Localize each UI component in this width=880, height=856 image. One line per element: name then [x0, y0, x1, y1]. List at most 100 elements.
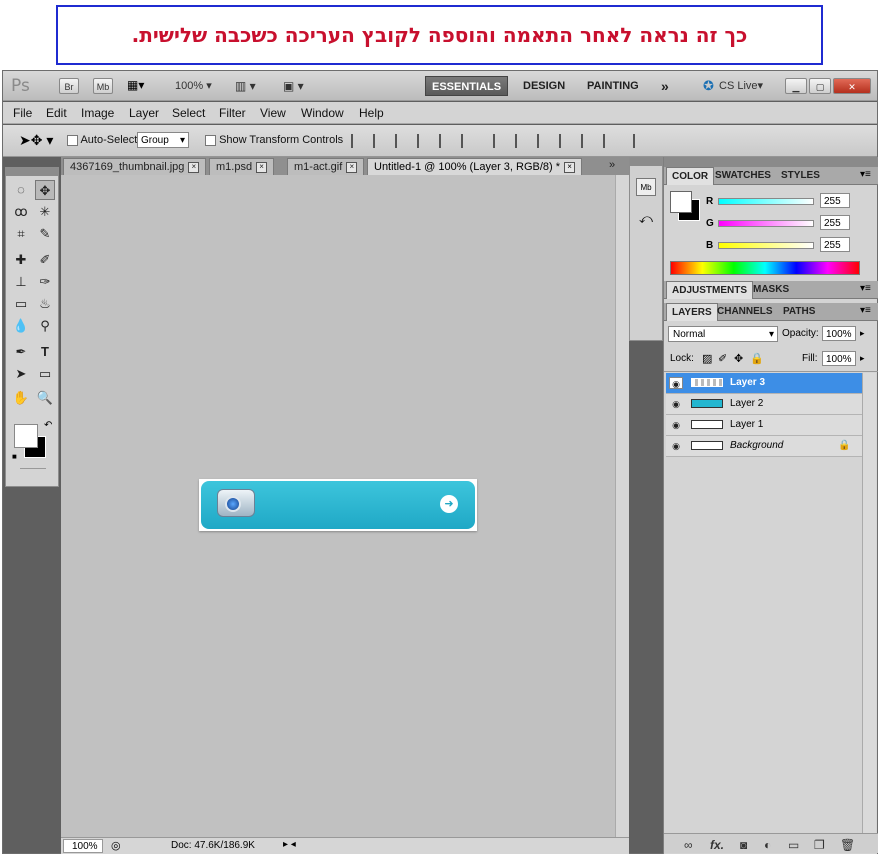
eyedropper-tool-icon[interactable]: ✎ [35, 224, 55, 244]
arrange-documents-dropdown[interactable]: ▥ ▾ [235, 79, 256, 93]
align-top-icon[interactable] [351, 134, 367, 148]
lock-image-icon[interactable]: ✐ [718, 352, 727, 365]
blue-value-input[interactable]: 255 [820, 237, 850, 252]
menu-image[interactable]: Image [81, 106, 114, 120]
magic-wand-tool-icon[interactable]: ✳ [35, 202, 55, 222]
document-canvas[interactable]: ➜ [61, 175, 615, 837]
layer-row-layer-3[interactable]: ◉ Layer 3 [666, 373, 862, 394]
marquee-tool-icon[interactable]: ◌ [11, 180, 31, 200]
eraser-tool-icon[interactable]: ▭ [11, 294, 31, 314]
blur-tool-icon[interactable]: 💧 [11, 316, 31, 336]
lock-transparent-icon[interactable]: ▨ [702, 352, 712, 365]
opacity-slider-arrow-icon[interactable]: ▸ [860, 328, 865, 339]
green-value-input[interactable]: 255 [820, 215, 850, 230]
tools-panel-header[interactable] [6, 168, 58, 176]
opacity-input[interactable]: 100% [822, 326, 856, 341]
menu-edit[interactable]: Edit [46, 106, 67, 120]
move-tool-preset-icon[interactable]: ➤✥ ▾ [19, 132, 53, 149]
zoom-tool-icon[interactable]: 🔍 [35, 388, 55, 408]
menu-help[interactable]: Help [359, 106, 384, 120]
close-tab-icon[interactable]: × [256, 161, 268, 173]
lock-position-icon[interactable]: ✥ [734, 352, 743, 365]
adjustment-layer-icon[interactable]: ◐ [764, 838, 771, 852]
healing-brush-tool-icon[interactable]: ✚ [11, 250, 31, 270]
hand-tool-icon[interactable]: ✋ [11, 388, 31, 408]
tab-paths[interactable]: PATHS [778, 303, 820, 321]
panels-header[interactable] [664, 157, 878, 167]
brush-tool-icon[interactable]: ✐ [35, 250, 55, 270]
close-tab-icon[interactable]: × [188, 161, 200, 173]
tab-thumbnail[interactable]: 4367169_thumbnail.jpg × [63, 158, 207, 175]
show-transform-checkbox[interactable]: Show Transform Controls [205, 134, 343, 146]
align-right-icon[interactable] [461, 134, 477, 148]
status-menu-arrow-icon[interactable]: ▸ ◂ [283, 839, 296, 850]
type-tool-icon[interactable]: T [35, 342, 55, 362]
distribute-bottom-icon[interactable] [537, 134, 553, 148]
close-button[interactable]: ✕ [833, 78, 871, 94]
swap-colors-icon[interactable]: ↶ [44, 420, 52, 431]
pen-tool-icon[interactable]: ✒ [11, 342, 31, 362]
distribute-top-icon[interactable] [493, 134, 509, 148]
color-spectrum-ramp[interactable] [670, 261, 860, 275]
status-info-icon[interactable]: ◎ [111, 839, 121, 852]
more-workspaces-button[interactable]: » [655, 76, 675, 96]
green-slider[interactable] [718, 220, 814, 227]
bridge-button[interactable]: Br [59, 78, 79, 94]
rectangle-tool-icon[interactable]: ▭ [35, 364, 55, 384]
screen-mode-dropdown[interactable]: ▣ ▾ [283, 79, 304, 93]
cs-live-button[interactable]: CS Live▾ [719, 79, 763, 92]
distribute-left-icon[interactable] [559, 134, 575, 148]
red-slider[interactable] [718, 198, 814, 205]
new-layer-icon[interactable]: ❐ [814, 838, 825, 852]
delete-layer-icon[interactable]: 🗑 [840, 838, 855, 852]
foreground-color-swatch[interactable] [14, 424, 38, 448]
panel-menu-icon[interactable]: ▾≡ [860, 169, 871, 180]
tab-masks[interactable]: MASKS [748, 281, 794, 299]
lock-all-icon[interactable]: 🔒 [750, 352, 764, 365]
menu-select[interactable]: Select [172, 106, 205, 120]
zoom-dropdown[interactable]: 100% ▾ [175, 79, 212, 92]
workspace-painting[interactable]: PAINTING [581, 76, 645, 96]
path-selection-tool-icon[interactable]: ➤ [11, 364, 31, 384]
tab-layers[interactable]: LAYERS [666, 303, 718, 321]
menu-filter[interactable]: Filter [219, 106, 246, 120]
fill-slider-arrow-icon[interactable]: ▸ [860, 353, 865, 364]
history-brush-tool-icon[interactable]: ✑ [35, 272, 55, 292]
new-group-icon[interactable]: ▭ [788, 838, 799, 852]
color-fg-swatch[interactable] [670, 191, 692, 213]
visibility-eye-icon[interactable]: ◉ [669, 440, 683, 452]
auto-select-checkbox[interactable]: Auto-Select: [67, 134, 140, 146]
tab-styles[interactable]: STYLES [776, 167, 825, 185]
link-layers-icon[interactable]: ∞ [684, 838, 693, 852]
close-tab-icon[interactable]: × [346, 161, 358, 173]
tab-m1-psd[interactable]: m1.psd × [209, 158, 275, 175]
align-bottom-icon[interactable] [395, 134, 411, 148]
dodge-tool-icon[interactable]: ⚲ [35, 316, 55, 336]
tab-channels[interactable]: CHANNELS [712, 303, 778, 321]
tab-m1-act[interactable]: m1-act.gif × [287, 158, 365, 175]
mini-bridge-button[interactable]: Mb [93, 78, 113, 94]
menu-layer[interactable]: Layer [129, 106, 159, 120]
vertical-scrollbar[interactable] [615, 175, 629, 837]
workspace-essentials[interactable]: ESSENTIALS [425, 76, 509, 96]
layer-name[interactable]: Background [730, 440, 783, 451]
panel-menu-icon[interactable]: ▾≡ [860, 305, 871, 316]
panel-menu-icon[interactable]: ▾≡ [860, 283, 871, 294]
tabs-overflow-icon[interactable]: » [609, 159, 615, 171]
auto-align-icon[interactable] [633, 134, 649, 148]
align-hcenter-icon[interactable] [439, 134, 455, 148]
visibility-eye-icon[interactable]: ◉ [669, 419, 683, 431]
move-tool-icon[interactable]: ✥ [35, 180, 55, 200]
visibility-eye-icon[interactable]: ◉ [669, 377, 683, 389]
status-zoom-field[interactable]: 100% [63, 839, 103, 853]
tab-adjustments[interactable]: ADJUSTMENTS [666, 281, 754, 299]
red-value-input[interactable]: 255 [820, 193, 850, 208]
dock-header[interactable] [630, 158, 662, 166]
workspace-design[interactable]: DESIGN [517, 76, 571, 96]
layer-row-background[interactable]: ◉ Background 🔒 [666, 436, 862, 457]
menu-window[interactable]: Window [301, 106, 344, 120]
layers-scrollbar[interactable] [862, 373, 876, 833]
auto-select-mode-dropdown[interactable]: Group ▾ [137, 132, 189, 148]
minimize-button[interactable]: ▁ [785, 78, 807, 94]
layer-name[interactable]: Layer 2 [730, 398, 763, 409]
